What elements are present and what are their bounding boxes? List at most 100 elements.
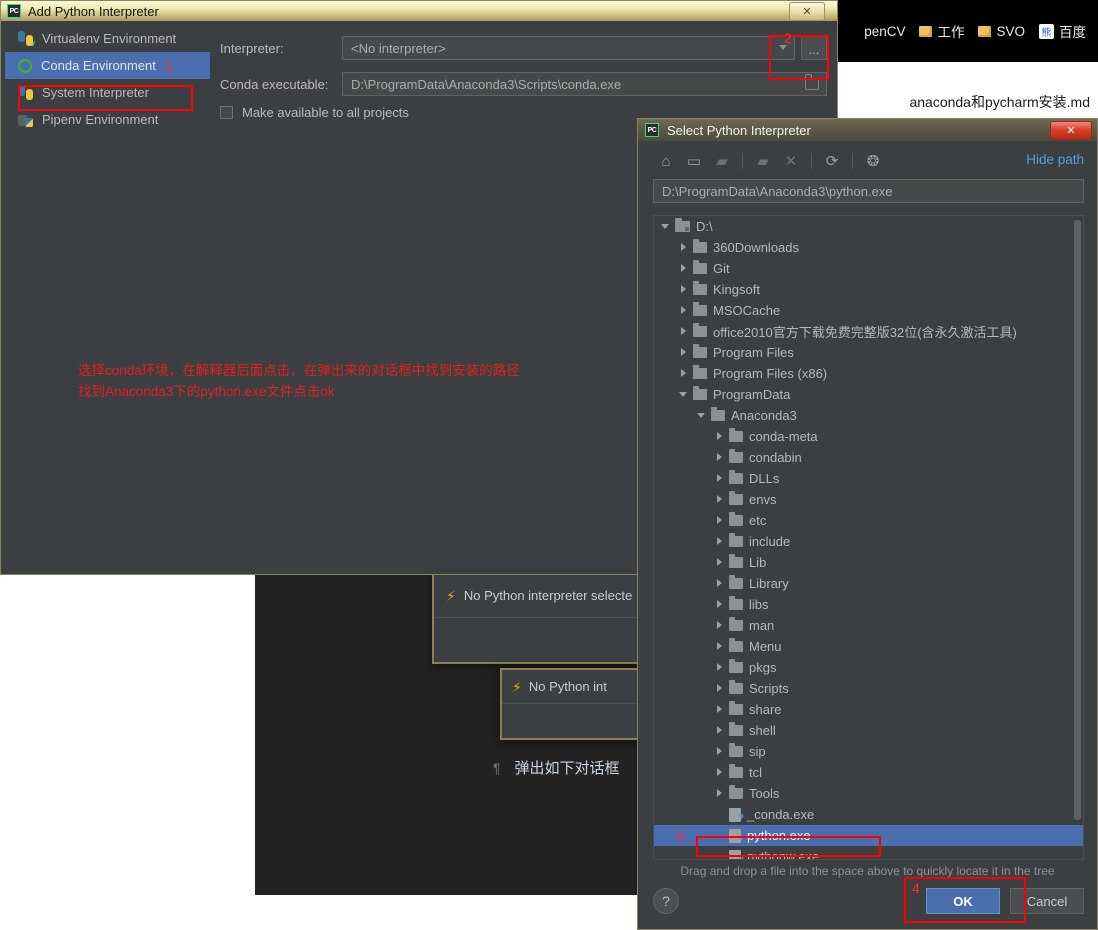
tree-row-label: Library (749, 576, 789, 591)
chevron-right-icon[interactable] (714, 473, 725, 484)
chevron-right-icon[interactable] (678, 347, 689, 358)
tree-row[interactable]: include (654, 531, 1083, 552)
tree-row[interactable]: DLLs (654, 468, 1083, 489)
tree-row[interactable]: shell (654, 720, 1083, 741)
tree-row[interactable]: sip (654, 741, 1083, 762)
tree-row[interactable]: Library (654, 573, 1083, 594)
tree-row[interactable]: condabin (654, 447, 1083, 468)
dialog-titlebar[interactable]: PC Select Python Interpreter ✕ (638, 119, 1097, 141)
browse-interpreter-button[interactable]: ... (801, 36, 827, 60)
folder-icon (693, 323, 707, 337)
delete-icon[interactable]: ✕ (778, 149, 804, 173)
tree-row[interactable]: Anaconda3 (654, 405, 1083, 426)
bookmark-label: 百度 (1059, 25, 1086, 40)
dialog-titlebar[interactable]: PC Add Python Interpreter ✕ (1, 1, 837, 21)
help-button[interactable]: ? (653, 888, 679, 914)
tree-row[interactable]: pythonw.exe (654, 846, 1083, 859)
chevron-right-icon[interactable] (714, 704, 725, 715)
chevron-right-icon[interactable] (714, 683, 725, 694)
tree-row[interactable]: Menu (654, 636, 1083, 657)
sidebar-item-conda[interactable]: Conda Environment 1 (5, 52, 210, 79)
drive-icon (675, 218, 690, 232)
tree-row[interactable]: Program Files (x86) (654, 363, 1083, 384)
interpreter-combo[interactable]: <No interpreter> (342, 36, 795, 60)
new-folder-icon[interactable]: ▰ (750, 149, 776, 173)
tree-row[interactable]: MSOCache (654, 300, 1083, 321)
folder-browse-icon[interactable] (804, 74, 819, 90)
chevron-right-icon[interactable] (678, 242, 689, 253)
chevron-right-icon[interactable] (678, 326, 689, 337)
tree-scrollbar[interactable] (1074, 220, 1081, 820)
chevron-right-icon[interactable] (714, 578, 725, 589)
tree-row[interactable]: Program Files (654, 342, 1083, 363)
tree-row[interactable]: 360Downloads (654, 237, 1083, 258)
chevron-right-icon[interactable] (714, 662, 725, 673)
chevron-right-icon[interactable] (714, 452, 725, 463)
tree-row[interactable]: _conda.exe (654, 804, 1083, 825)
chevron-right-icon[interactable] (678, 263, 689, 274)
chevron-right-icon[interactable] (714, 725, 725, 736)
tree-row[interactable]: Kingsoft (654, 279, 1083, 300)
folder-icon (729, 659, 743, 673)
chevron-right-icon[interactable] (714, 767, 725, 778)
chevron-down-icon[interactable] (678, 389, 689, 400)
dialog-title: Add Python Interpreter (28, 3, 159, 19)
bookmark-item[interactable]: 工作 (919, 21, 964, 41)
chevron-right-icon[interactable] (714, 746, 725, 757)
bookmark-item[interactable]: 熊百度 (1039, 21, 1086, 41)
tree-row-label: Lib (749, 555, 767, 570)
tree-row[interactable]: tcl (654, 762, 1083, 783)
make-available-checkbox[interactable] (220, 106, 233, 119)
chevron-right-icon[interactable] (714, 494, 725, 505)
chevron-right-icon[interactable] (678, 305, 689, 316)
tree-row[interactable]: D:\ (654, 216, 1083, 237)
tree-row[interactable]: ProgramData (654, 384, 1083, 405)
tree-row[interactable]: Scripts (654, 678, 1083, 699)
sidebar-item-pipenv[interactable]: Pipenv Environment (5, 106, 210, 133)
folder-icon (729, 575, 743, 589)
home-icon[interactable]: ⌂ (653, 149, 679, 173)
tree-row[interactable]: share (654, 699, 1083, 720)
tree-row[interactable]: man (654, 615, 1083, 636)
tree-row[interactable]: Tools (654, 783, 1083, 804)
tree-row[interactable]: etc (654, 510, 1083, 531)
chevron-down-icon[interactable] (660, 221, 671, 232)
tree-row[interactable]: pkgs (654, 657, 1083, 678)
refresh-icon[interactable]: ⟳ (819, 149, 845, 173)
chevron-right-icon[interactable] (714, 599, 725, 610)
conda-executable-label: Conda executable: (220, 76, 329, 92)
tree-row[interactable]: conda-meta (654, 426, 1083, 447)
tree-row[interactable]: Lib (654, 552, 1083, 573)
close-icon[interactable]: ✕ (1050, 121, 1092, 140)
chevron-right-icon[interactable] (714, 431, 725, 442)
chevron-right-icon[interactable] (678, 368, 689, 379)
tree-row[interactable]: office2010官方下载免费完整版32位(含永久激活工具) (654, 321, 1083, 342)
cancel-button[interactable]: Cancel (1010, 888, 1084, 914)
chevron-right-icon[interactable] (714, 557, 725, 568)
chevron-right-icon[interactable] (714, 536, 725, 547)
close-icon[interactable]: ✕ (789, 2, 825, 21)
conda-executable-input[interactable]: D:\ProgramData\Anaconda3\Scripts\conda.e… (342, 72, 827, 96)
sidebar-item-system-interpreter[interactable]: System Interpreter (5, 79, 210, 106)
chevron-right-icon[interactable] (714, 515, 725, 526)
project-folder-icon[interactable]: ▰ (709, 149, 735, 173)
tree-row[interactable]: Git (654, 258, 1083, 279)
bookmark-item[interactable]: penCV (864, 24, 905, 39)
document-title: anaconda和pycharm安装.md (909, 94, 1090, 110)
chevron-right-icon[interactable] (714, 641, 725, 652)
sidebar-item-virtualenv[interactable]: v Virtualenv Environment (5, 25, 210, 52)
bookmark-item[interactable]: SVO (978, 24, 1025, 39)
chevron-down-icon[interactable] (696, 410, 707, 421)
chevron-right-icon[interactable] (714, 788, 725, 799)
chevron-right-icon[interactable] (714, 620, 725, 631)
file-tree[interactable]: D:\ 360Downloads Git Kingsoft MSOCache office… (653, 215, 1084, 860)
ok-button[interactable]: OK (926, 888, 1000, 914)
show-hidden-files-icon[interactable]: ❂ (860, 149, 886, 173)
chevron-right-icon[interactable] (678, 284, 689, 295)
desktop-icon[interactable]: ▭ (681, 149, 707, 173)
tree-row[interactable]: 3 python.exe (654, 825, 1083, 846)
path-input[interactable]: D:\ProgramData\Anaconda3\python.exe (653, 179, 1084, 203)
hide-path-link[interactable]: Hide path (1026, 152, 1084, 167)
tree-row[interactable]: libs (654, 594, 1083, 615)
tree-row[interactable]: envs (654, 489, 1083, 510)
